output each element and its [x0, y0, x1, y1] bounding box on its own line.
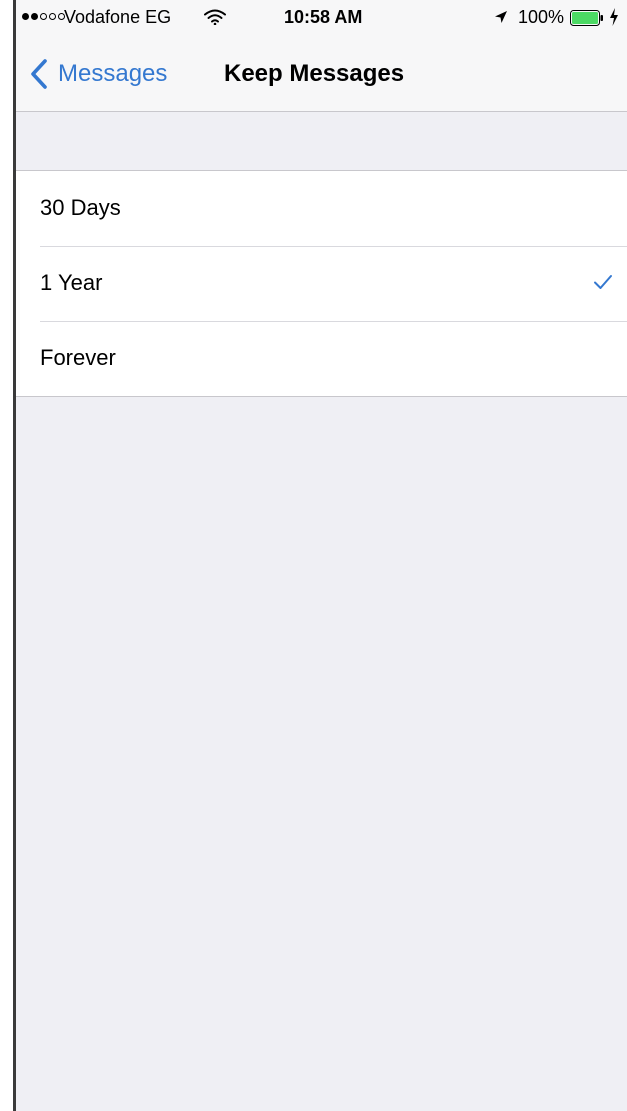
signal-dot: [31, 13, 38, 20]
option-1-year[interactable]: 1 Year: [16, 246, 627, 321]
keep-messages-options: 30 Days 1 Year Forever: [16, 170, 627, 397]
option-label: Forever: [40, 345, 116, 370]
back-button[interactable]: Messages: [30, 56, 167, 92]
signal-dot: [49, 13, 56, 20]
option-30-days[interactable]: 30 Days: [16, 171, 627, 246]
carrier-name: Vodafone EG: [64, 7, 172, 27]
signal-dot: [22, 13, 29, 20]
checkmark-icon: [594, 275, 612, 289]
chevron-left-icon: [31, 59, 47, 89]
battery-percent: 100%: [518, 7, 565, 27]
wifi-icon: [204, 9, 226, 25]
option-forever[interactable]: Forever: [16, 321, 627, 396]
status-bar: Vodafone EG 10:58 AM 100%: [16, 0, 627, 36]
navigation-bar: Messages Keep Messages: [16, 36, 627, 112]
battery-icon: [570, 10, 603, 26]
phone-screen: Vodafone EG 10:58 AM 100% Messages Keep …: [13, 0, 627, 1111]
back-button-label: Messages: [58, 60, 168, 87]
signal-dot: [40, 13, 47, 20]
location-arrow-icon: [495, 11, 507, 23]
status-time: 10:58 AM: [284, 7, 363, 27]
signal-strength-icon: [22, 13, 65, 20]
option-label: 1 Year: [40, 270, 103, 295]
page-title: Keep Messages: [224, 60, 405, 87]
charging-bolt-icon: [610, 8, 618, 26]
top-bar: Vodafone EG 10:58 AM 100% Messages Keep …: [16, 0, 627, 112]
option-label: 30 Days: [40, 195, 121, 220]
